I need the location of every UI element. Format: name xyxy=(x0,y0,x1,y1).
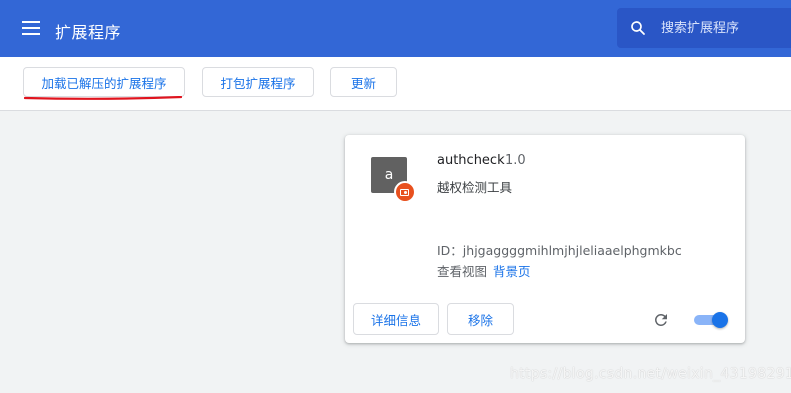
watermark-text: https://blog.csdn.net/weixin_43198291 xyxy=(510,366,791,382)
remove-button[interactable]: 移除 xyxy=(447,303,514,335)
toolbar: 加载已解压的扩展程序 打包扩展程序 更新 xyxy=(0,57,791,111)
red-annotation-underline xyxy=(24,96,182,100)
extension-name: authcheck xyxy=(437,153,505,168)
search-input[interactable] xyxy=(661,17,786,39)
extension-id: ID：jhjgaggggmihlmjhjleliaaelphgmkbc xyxy=(437,243,682,258)
reload-icon[interactable] xyxy=(652,311,670,329)
background-page-link[interactable]: 背景页 xyxy=(493,264,531,279)
inspect-views: 查看视图 背景页 xyxy=(437,261,531,280)
search-icon[interactable] xyxy=(629,19,647,37)
enable-toggle[interactable] xyxy=(694,312,728,328)
menu-icon[interactable] xyxy=(22,21,40,35)
inspect-views-label: 查看视图 xyxy=(437,264,488,279)
search-box[interactable] xyxy=(617,8,791,48)
extension-description: 越权检测工具 xyxy=(437,180,513,195)
top-app-bar: 扩展程序 xyxy=(0,0,791,57)
load-unpacked-button[interactable]: 加载已解压的扩展程序 xyxy=(23,67,185,97)
update-button[interactable]: 更新 xyxy=(330,67,397,97)
extension-version: 1.0 xyxy=(505,153,526,168)
developer-mode-badge-icon xyxy=(394,181,416,203)
details-button[interactable]: 详细信息 xyxy=(353,303,439,335)
extension-icon-letter: a xyxy=(384,167,394,183)
extension-card: a authcheck 1.0 越权检测工具 ID：jhjgaggggmihlm… xyxy=(345,135,745,343)
pack-extension-button[interactable]: 打包扩展程序 xyxy=(202,67,314,97)
page-title: 扩展程序 xyxy=(55,23,122,42)
